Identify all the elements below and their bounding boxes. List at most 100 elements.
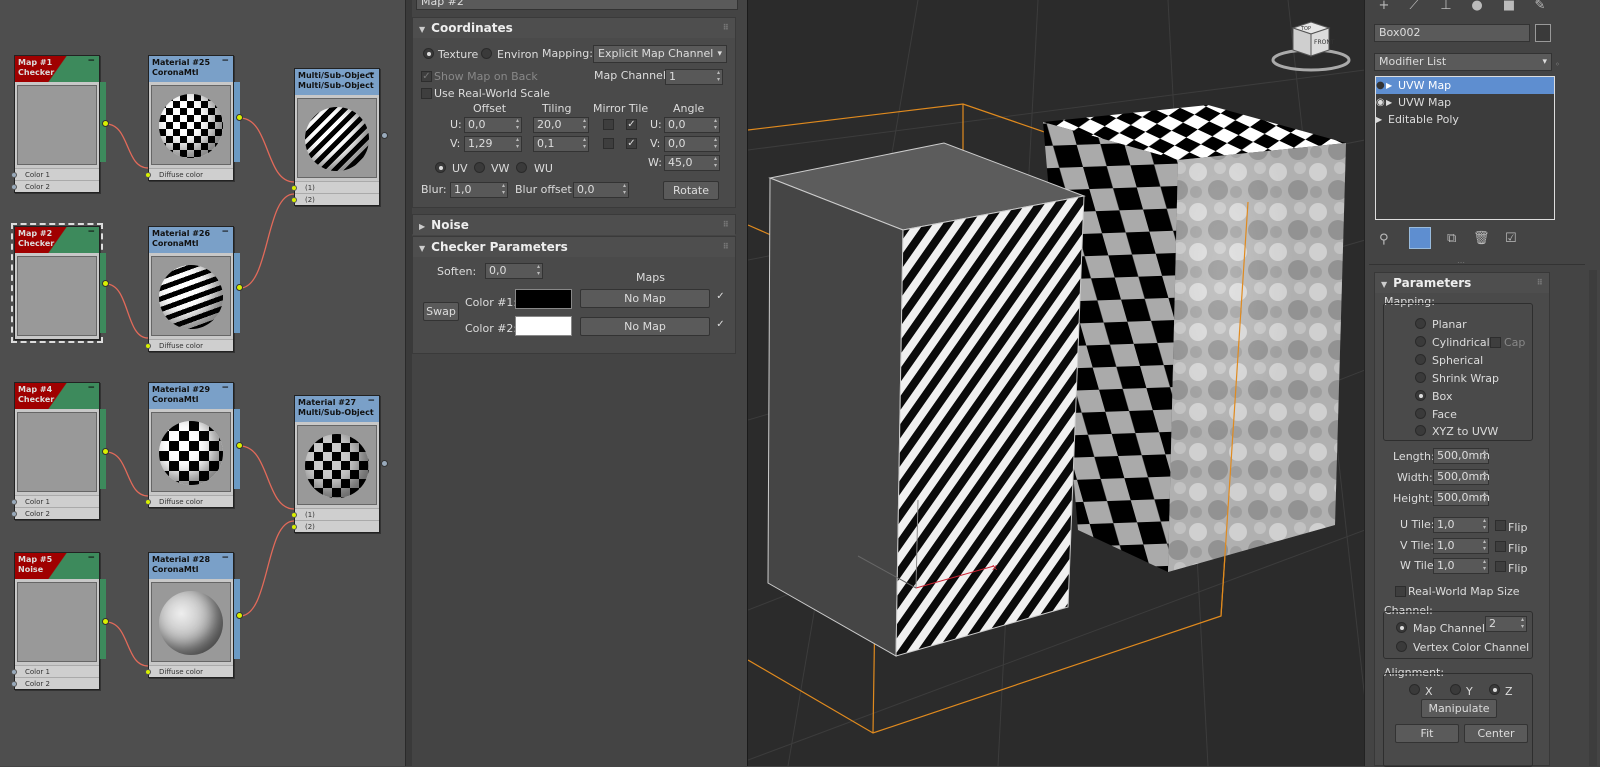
swap-button[interactable]: Swap (423, 302, 459, 321)
center-button[interactable]: Center (1464, 724, 1528, 743)
slot-socket[interactable] (11, 669, 17, 675)
texture-radio[interactable] (423, 48, 434, 59)
align-x-radio[interactable] (1409, 684, 1420, 695)
uv-radio[interactable] (435, 162, 446, 173)
u-offset-spinner[interactable]: 0,0 (464, 117, 522, 133)
slot-socket[interactable] (145, 172, 151, 178)
grip-icon[interactable]: ⠿ (723, 215, 729, 235)
w-flip-checkbox[interactable] (1495, 561, 1506, 572)
input-slot[interactable]: Color 2 (11, 180, 99, 192)
use-real-world-checkbox[interactable] (421, 88, 432, 99)
v-angle-spinner[interactable]: 0,0 (664, 136, 720, 152)
modifier-stack-item[interactable]: ● ▶ UVW Map (1376, 77, 1554, 94)
length-spinner[interactable]: 500,0mm (1433, 448, 1490, 464)
expand-icon[interactable]: ▶ (1386, 94, 1392, 111)
color-1-swatch[interactable] (515, 289, 572, 309)
u-flip-checkbox[interactable] (1495, 520, 1506, 531)
object-name-field[interactable]: Box002 (1374, 24, 1530, 42)
input-slot[interactable]: Diffuse color (145, 665, 233, 677)
minimize-icon[interactable]: − (367, 69, 375, 79)
input-slot[interactable]: Color 2 (11, 677, 99, 689)
slot-socket[interactable] (291, 197, 297, 203)
slot-socket[interactable] (11, 184, 17, 190)
output-socket[interactable] (102, 120, 109, 127)
xyz-to-uvw-radio[interactable] (1415, 425, 1426, 436)
shrink-wrap-radio[interactable] (1415, 372, 1426, 383)
make-unique-icon[interactable]: ⧉ (1447, 231, 1456, 246)
map-channel-radio[interactable] (1396, 622, 1407, 633)
minimize-icon[interactable]: − (221, 553, 229, 563)
face-radio[interactable] (1415, 408, 1426, 419)
manipulate-button[interactable]: Manipulate (1421, 699, 1497, 718)
environ-radio[interactable] (481, 48, 492, 59)
output-socket[interactable] (102, 618, 109, 625)
node-material-25[interactable]: Material #25 CoronaMtl − Diffuse color (145, 55, 240, 181)
align-z-radio[interactable] (1489, 684, 1500, 695)
parameters-header[interactable]: ▼ Parameters ⠿ (1375, 273, 1549, 293)
map-channel-spinner[interactable]: 1 (665, 69, 723, 85)
input-slot[interactable]: Diffuse color (145, 168, 233, 180)
node-map-4[interactable]: Map #4 Checker − Color 1 Color 2 (11, 382, 106, 520)
v-offset-spinner[interactable]: 1,29 (464, 136, 522, 152)
minimize-icon[interactable]: − (87, 56, 95, 66)
u-angle-spinner[interactable]: 0,0 (664, 117, 720, 133)
slot-socket[interactable] (145, 499, 151, 505)
v-tile-checkbox[interactable]: ✓ (626, 138, 637, 149)
create-tab-icon[interactable]: + (1373, 0, 1395, 14)
coordinates-header[interactable]: ▼ Coordinates ⠿ (413, 18, 735, 38)
w-tile-spinner[interactable]: 1,0 (1433, 558, 1489, 574)
expand-icon[interactable]: ▶ (1376, 111, 1382, 128)
align-y-radio[interactable] (1450, 684, 1461, 695)
pin-stack-icon[interactable]: ⚲ (1379, 232, 1389, 247)
slot-socket[interactable] (11, 511, 17, 517)
slot-socket[interactable] (145, 343, 151, 349)
utilities-tab-icon[interactable]: ✎ (1529, 0, 1551, 14)
noise-header[interactable]: ▶ Noise ⠿ (413, 215, 735, 235)
node-material-29[interactable]: Material #29 CoronaMtl − Diffuse color (145, 382, 240, 508)
input-slot[interactable]: (2) (291, 193, 379, 205)
blur-offset-spinner[interactable]: 0,0 (573, 182, 629, 198)
output-socket[interactable] (381, 460, 388, 467)
width-spinner[interactable]: 500,0mm (1433, 469, 1490, 485)
minimize-icon[interactable]: − (221, 383, 229, 393)
u-mirror-checkbox[interactable] (603, 119, 614, 130)
v-flip-checkbox[interactable] (1495, 541, 1506, 552)
color-1-map-checkbox[interactable]: ✓ (715, 292, 726, 303)
node-material-27[interactable]: Material #27 Multi/Sub-Object − (1) (2) (291, 395, 380, 533)
minimize-icon[interactable]: − (221, 56, 229, 66)
input-slot[interactable]: (1) (291, 508, 379, 520)
mapping-dropdown[interactable]: Explicit Map Channel (593, 45, 727, 63)
w-angle-spinner[interactable]: 45,0 (664, 155, 720, 171)
modifier-list-dropdown[interactable]: Modifier List (1374, 53, 1552, 71)
output-socket[interactable] (236, 612, 243, 619)
box-radio[interactable] (1415, 390, 1426, 401)
grip-icon[interactable]: ⠿ (723, 237, 729, 257)
slot-socket[interactable] (11, 172, 17, 178)
color-2-map-button[interactable]: No Map (580, 317, 710, 336)
remove-modifier-icon[interactable]: 🗑 (1473, 231, 1490, 246)
checker-parameters-header[interactable]: ▼ Checker Parameters ⠿ (413, 237, 735, 257)
planar-radio[interactable] (1415, 318, 1426, 329)
expand-icon[interactable]: ▶ (1386, 77, 1392, 94)
slot-socket[interactable] (291, 524, 297, 530)
v-tile-spinner[interactable]: 1,0 (1433, 538, 1489, 554)
input-slot[interactable]: Color 1 (11, 495, 99, 507)
soften-spinner[interactable]: 0,0 (485, 263, 543, 279)
map-channel-spinner[interactable]: 2 (1485, 616, 1527, 632)
node-material-28[interactable]: Material #28 CoronaMtl − Diffuse color (145, 552, 240, 678)
height-spinner[interactable]: 500,0mm (1433, 490, 1490, 506)
output-socket[interactable] (236, 284, 243, 291)
output-socket[interactable] (102, 448, 109, 455)
panel-splitter[interactable] (405, 0, 412, 766)
u-tile-spinner[interactable]: 1,0 (1433, 517, 1489, 533)
slot-socket[interactable] (145, 669, 151, 675)
node-map-5[interactable]: Map #5 Noise − Color 1 Color 2 (11, 552, 106, 690)
minimize-icon[interactable]: − (87, 383, 95, 393)
configure-modifier-sets-icon[interactable]: ☑ (1505, 231, 1517, 246)
input-slot[interactable]: Diffuse color (145, 339, 233, 351)
v-mirror-checkbox[interactable] (603, 138, 614, 149)
cap-checkbox[interactable] (1490, 337, 1501, 348)
spherical-radio[interactable] (1415, 354, 1426, 365)
fit-button[interactable]: Fit (1395, 724, 1459, 743)
slot-socket[interactable] (291, 512, 297, 518)
